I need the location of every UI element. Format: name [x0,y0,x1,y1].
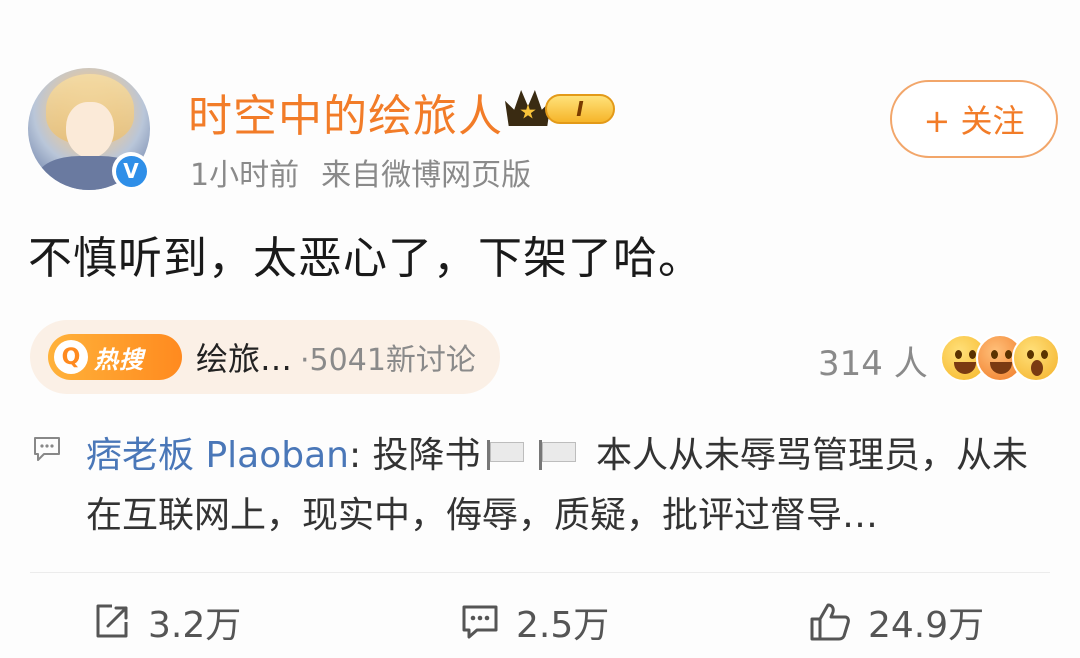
username[interactable]: 时空中的绘旅人 [188,80,503,144]
search-icon: Q [54,340,88,374]
thumbs-up-icon [810,603,850,641]
like-button[interactable]: 24.9万 [808,596,984,648]
comment-bubble-icon [34,437,60,461]
hot-search-pill[interactable]: Q 热搜 绘旅… ·5041新讨论 [30,320,500,394]
surprised-emoji-icon [1012,334,1060,382]
top-comment[interactable]: 痞老板 Plaoban: 投降书 本人从未辱骂管理员，从未在互联网上，现实中，侮… [86,426,1058,546]
repost-button[interactable]: 3.2万 [92,596,241,648]
reactions-count[interactable]: 314 人 [818,336,928,385]
vip-badge[interactable]: I [505,86,615,130]
comment-icon [462,605,498,639]
post-time: 1小时前 [190,158,300,193]
post-meta: 1小时前 来自微博网页版 [190,150,531,194]
vip-level: I [545,94,615,124]
like-count: 24.9万 [868,605,985,646]
repost-count: 3.2万 [148,605,242,646]
verified-badge-icon: V [112,152,150,190]
comment-button[interactable]: 2.5万 [460,596,609,648]
avatar-face [66,102,114,158]
weibo-post-card: V 时空中的绘旅人 I 1小时前 来自微博网页版 + 关注 不慎听到，太恶心了，下… [0,0,1080,658]
hot-search-badge-label: 热搜 [94,345,144,374]
comment-author[interactable]: 痞老板 Plaoban [86,435,349,476]
divider [30,572,1050,573]
post-text: 不慎听到，太恶心了，下架了哈。 [28,233,703,284]
follow-button[interactable]: + 关注 [890,80,1058,158]
comment-text-start: : 投降书 [348,435,481,476]
hot-search-topic: 绘旅… [196,340,293,378]
comment-count: 2.5万 [516,605,610,646]
hot-search-badge: Q 热搜 [48,334,182,380]
white-flag-icon [538,440,579,470]
white-flag-icon [486,440,527,470]
hot-search-discussion-count: ·5041新讨论 [300,343,476,378]
repost-icon [96,604,128,638]
post-source: 来自微博网页版 [321,158,532,193]
